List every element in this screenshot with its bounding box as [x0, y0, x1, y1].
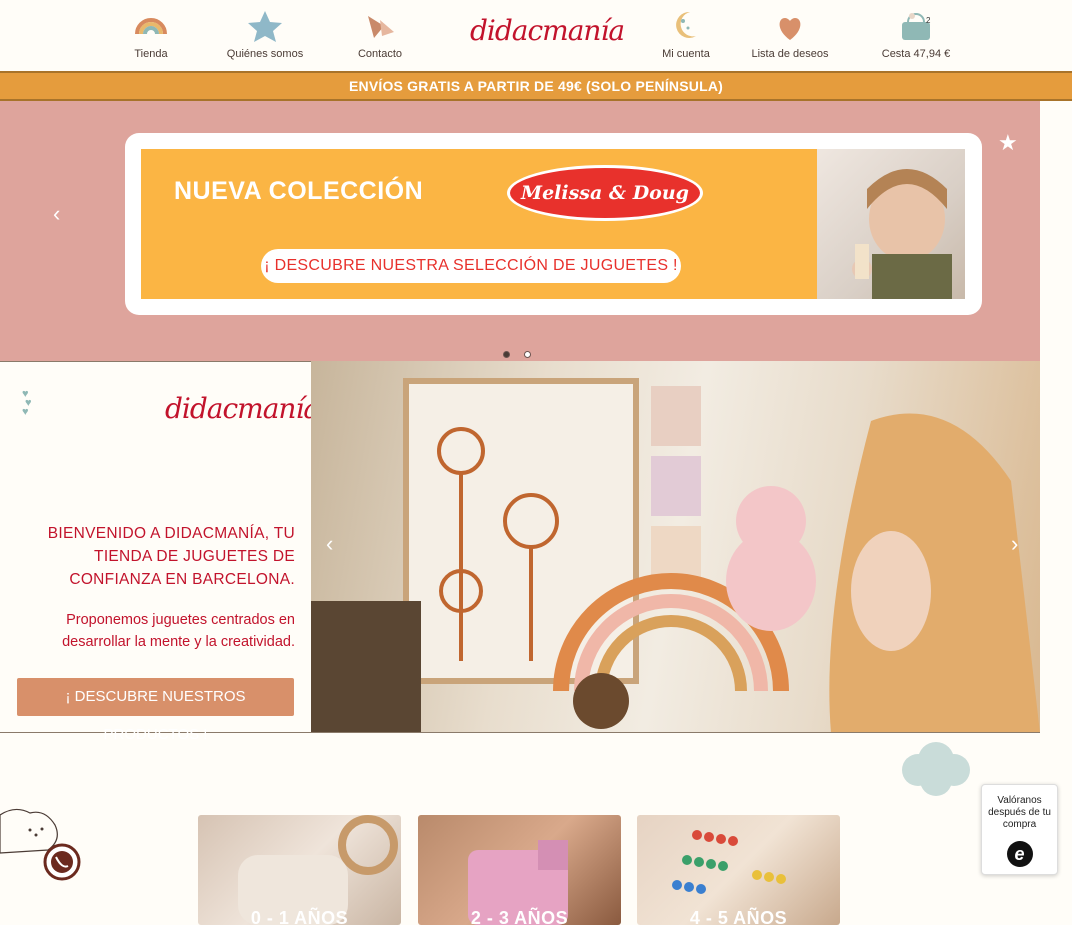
- brand-logo: Melissa & Doug: [507, 165, 703, 221]
- basket-icon: [902, 13, 930, 40]
- heart-icon: [779, 18, 801, 40]
- site-header: Tienda Quiénes somos Contacto didacmanía…: [0, 0, 1072, 71]
- review-text: Valóranos después de tu compra: [988, 795, 1051, 830]
- nav-wishlist-label: Lista de deseos: [751, 48, 829, 60]
- nav-account-label: Mi cuenta: [662, 48, 710, 60]
- hero-photo: ‹ ›: [311, 361, 1040, 733]
- star-decoration-icon: ★: [998, 130, 1018, 155]
- ekomi-badge-icon: e: [1006, 841, 1033, 867]
- hearts-decoration-icon: ♥ ♥ ♥: [22, 388, 32, 418]
- nav-about-label: Quiénes somos: [226, 48, 304, 60]
- nav-shop[interactable]: Tienda: [101, 8, 201, 60]
- welcome-panel: ♥ ♥ ♥ didacmanía BIENVENIDO A DIDACMANÍA,…: [0, 361, 320, 743]
- slide-photo: [817, 149, 965, 299]
- rainbow-icon: [135, 18, 167, 35]
- category-card-0-1[interactable]: 0 - 1 AÑOS: [198, 815, 401, 925]
- nav-cart-label: Cesta 47,94 €: [881, 48, 951, 60]
- free-shipping-banner: ENVÍOS GRATIS A PARTIR DE 49€ (SOLO PENÍ…: [0, 71, 1072, 101]
- review-widget[interactable]: Valóranos después de tu compra e: [981, 784, 1058, 875]
- promo-slider: NUEVA COLECCIÓN Melissa & Doug ¡ DESCUBR…: [0, 101, 1040, 361]
- welcome-heading: BIENVENIDO A DIDACMANÍA, TU TIENDA DE JU…: [47, 525, 295, 588]
- nav-shop-label: Tienda: [134, 48, 168, 60]
- moon-icon: [676, 11, 696, 38]
- nav-cart[interactable]: 2 Cesta 47,94 €: [866, 8, 966, 60]
- hero-logo: didacmanía: [165, 392, 320, 425]
- nav-account[interactable]: Mi cuenta: [636, 8, 736, 60]
- slide-cta[interactable]: ¡ DESCUBRE NUESTRA SELECCIÓN DE JUGUETES…: [261, 249, 681, 283]
- slider-dot-2[interactable]: [524, 351, 531, 358]
- slide-card[interactable]: NUEVA COLECCIÓN Melissa & Doug ¡ DESCUBR…: [125, 133, 982, 315]
- hero-next-arrow[interactable]: ›: [1011, 531, 1018, 557]
- discover-products-button[interactable]: ¡ DESCUBRE NUESTROS PRODUCTOS !: [17, 678, 294, 743]
- whatsapp-chat-icon[interactable]: [0, 805, 84, 885]
- welcome-intro: Proponemos juguetes centrados en desarro…: [62, 612, 295, 650]
- nav-about[interactable]: Quiénes somos: [215, 8, 315, 60]
- nav-contact-label: Contacto: [357, 48, 403, 60]
- cart-count-badge: 2: [926, 16, 931, 25]
- slider-next-arrow[interactable]: ›: [972, 201, 979, 227]
- category-label: 0 - 1 AÑOS: [250, 908, 349, 925]
- category-card-4-5[interactable]: 4 - 5 AÑOS: [637, 815, 840, 925]
- slider-dot-1[interactable]: [503, 351, 510, 358]
- slider-prev-arrow[interactable]: ‹: [53, 201, 60, 227]
- nav-wishlist[interactable]: Lista de deseos: [740, 8, 840, 60]
- bird-icon: [368, 16, 394, 38]
- hero-photo-illustration: [311, 378, 1040, 732]
- site-logo[interactable]: didacmanía: [470, 14, 625, 54]
- slide-banner: NUEVA COLECCIÓN Melissa & Doug ¡ DESCUBR…: [141, 149, 965, 299]
- category-card-2-3[interactable]: 2 - 3 AÑOS: [418, 815, 621, 925]
- category-label: 4 - 5 AÑOS: [689, 908, 788, 925]
- category-label: 2 - 3 AÑOS: [470, 908, 569, 925]
- slide-title: NUEVA COLECCIÓN: [174, 177, 424, 205]
- star-icon: [248, 11, 282, 42]
- nav-contact[interactable]: Contacto: [330, 8, 430, 60]
- cloud-decoration-icon: [902, 742, 970, 796]
- hero-prev-arrow[interactable]: ‹: [326, 531, 333, 557]
